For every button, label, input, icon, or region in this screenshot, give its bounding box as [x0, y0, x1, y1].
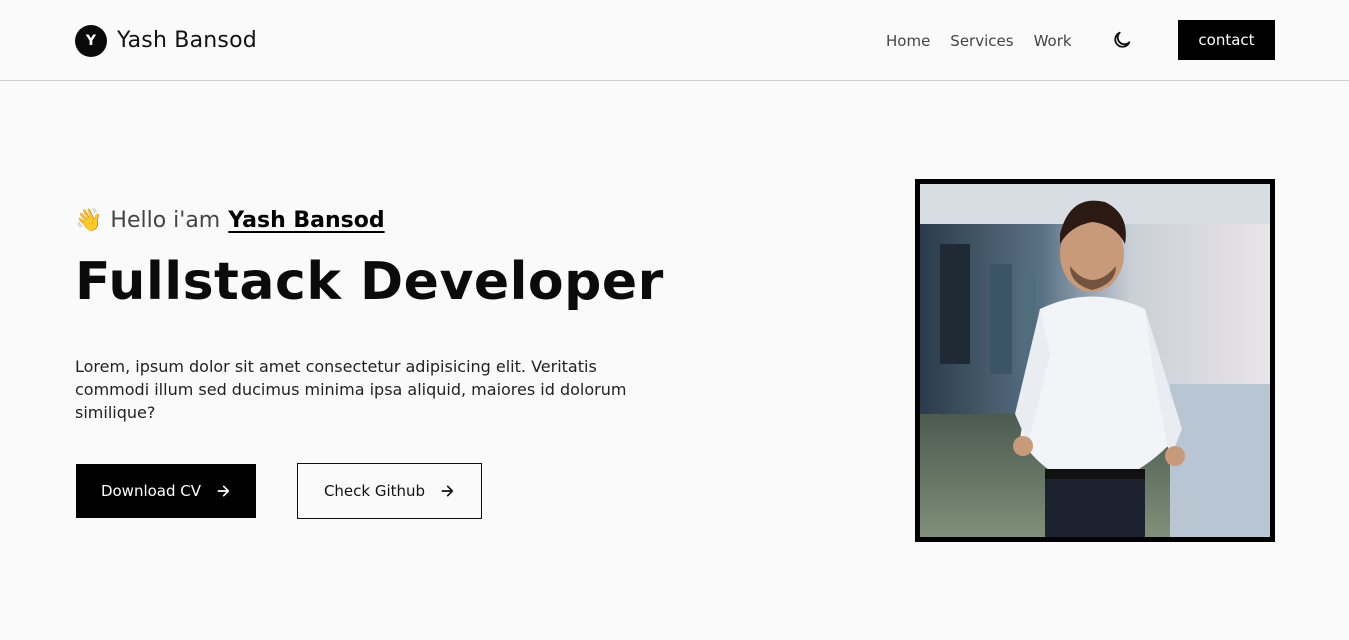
brand-logo[interactable]: Y Yash Bansod — [75, 24, 257, 57]
contact-button[interactable]: contact — [1178, 20, 1275, 60]
arrow-right-icon — [217, 485, 230, 497]
wave-emoji: 👋 — [75, 207, 103, 233]
arrow-right-icon — [441, 485, 454, 497]
download-cv-label: Download CV — [100, 482, 202, 500]
hero-section: 👋 Hello i'am Yash Bansod Fullstack Devel… — [75, 200, 675, 314]
check-github-button[interactable]: Check Github — [297, 463, 482, 519]
check-github-label: Check Github — [323, 482, 426, 500]
moon-icon — [1114, 31, 1131, 48]
profile-photo-illustration — [920, 184, 1270, 537]
logo-badge-icon: Y — [75, 24, 107, 57]
theme-toggle-button[interactable] — [1110, 28, 1134, 52]
main-nav: Home Services Work — [886, 29, 1072, 53]
profile-photo-frame — [915, 179, 1275, 542]
greeting-line: 👋 Hello i'am Yash Bansod — [75, 200, 675, 240]
hero-description: Lorem, ipsum dolor sit amet consectetur … — [75, 357, 627, 422]
top-navbar: Y Yash Bansod Home Services Work contact — [0, 0, 1349, 81]
brand-name: Yash Bansod — [117, 28, 257, 53]
hero-name-link[interactable]: Yash Bansod — [228, 208, 384, 233]
nav-link-home[interactable]: Home — [886, 32, 930, 50]
greeting-text: Hello i'am — [110, 207, 221, 233]
download-cv-button[interactable]: Download CV — [76, 464, 256, 518]
hero-title: Fullstack Developer — [75, 252, 664, 312]
nav-link-work[interactable]: Work — [1034, 32, 1072, 50]
profile-photo — [920, 184, 1270, 537]
nav-link-services[interactable]: Services — [950, 32, 1013, 50]
